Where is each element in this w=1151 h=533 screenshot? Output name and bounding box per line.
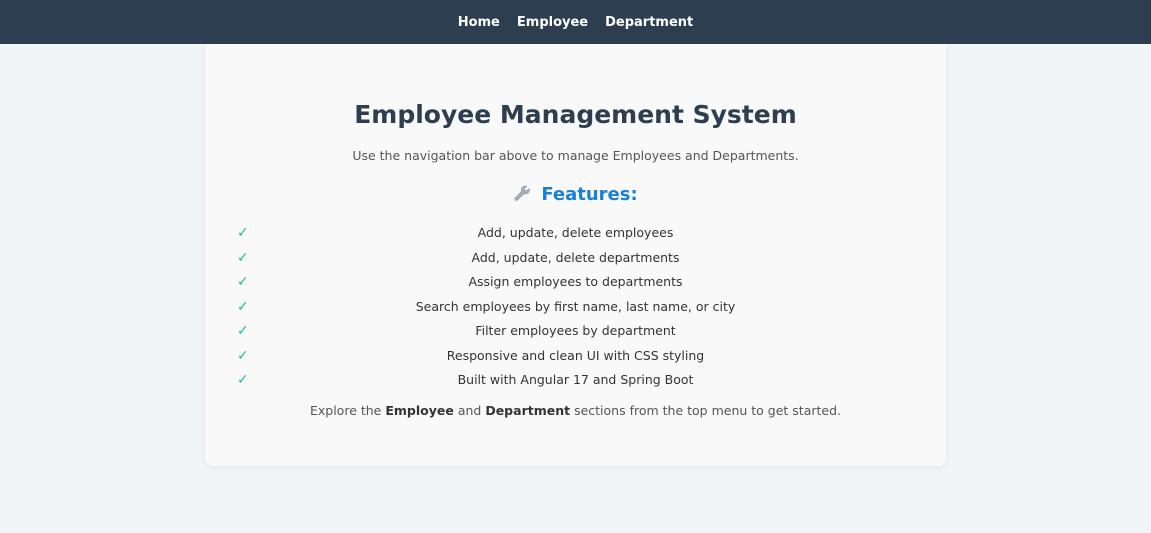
feature-label: Add, update, delete employees — [477, 225, 674, 240]
nav-home-link[interactable]: Home — [458, 15, 500, 30]
feature-label: Built with Angular 17 and Spring Boot — [457, 372, 694, 387]
feature-label: Search employees by first name, last nam… — [415, 298, 736, 314]
features-list: ✓ Add, update, delete employees ✓ Add, u… — [205, 221, 946, 393]
nav-employee-link[interactable]: Employee — [517, 15, 588, 30]
footer-prefix: Explore the — [309, 403, 386, 418]
footer-text: Explore the Employee and Department sect… — [205, 403, 946, 418]
check-icon: ✓ — [237, 225, 249, 241]
check-icon: ✓ — [237, 274, 249, 290]
home-card: Employee Management System Use the navig… — [205, 44, 946, 466]
features-heading: Features: — [205, 184, 946, 205]
feature-item: ✓ Add, update, delete departments — [205, 246, 946, 271]
feature-item: ✓ Built with Angular 17 and Spring Boot — [205, 368, 946, 393]
top-navbar: Home Employee Department — [0, 0, 1151, 44]
check-icon: ✓ — [237, 298, 249, 315]
nav-department-link[interactable]: Department — [605, 15, 693, 30]
feature-label: Responsive and clean UI with CSS styling — [446, 347, 705, 363]
feature-item: ✓ Add, update, delete employees — [205, 221, 946, 246]
check-icon: ✓ — [237, 347, 249, 364]
feature-label: Filter employees by department — [475, 323, 676, 338]
footer-department: Department — [485, 403, 571, 418]
footer-employee: Employee — [385, 403, 454, 418]
feature-item: ✓ Assign employees to departments — [205, 270, 946, 295]
page-title: Employee Management System — [354, 100, 797, 129]
page-subtitle: Use the navigation bar above to manage E… — [352, 148, 799, 163]
feature-label: Add, update, delete departments — [471, 249, 680, 265]
features-heading-label: Features: — [541, 184, 638, 205]
feature-label: Assign employees to departments — [468, 274, 683, 289]
wrench-icon — [513, 184, 531, 202]
feature-item: ✓ Filter employees by department — [205, 319, 946, 344]
feature-item: ✓ Responsive and clean UI with CSS styli… — [205, 344, 946, 369]
feature-item: ✓ Search employees by first name, last n… — [205, 295, 946, 320]
footer-and: and — [453, 403, 486, 418]
footer-suffix: sections from the top menu to get starte… — [570, 403, 841, 418]
check-icon: ✓ — [237, 323, 249, 339]
check-icon: ✓ — [237, 249, 249, 266]
check-icon: ✓ — [237, 372, 249, 388]
